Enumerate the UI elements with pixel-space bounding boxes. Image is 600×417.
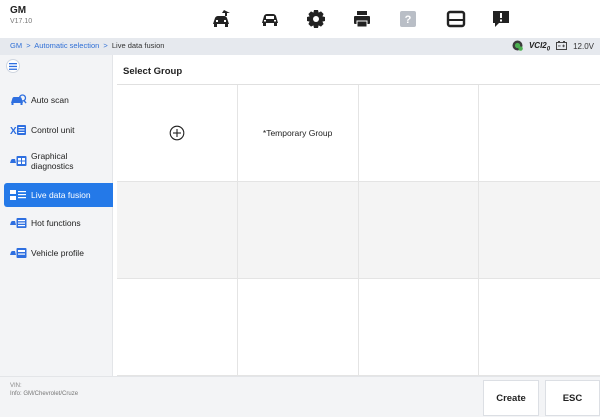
breadcrumb-separator: > bbox=[26, 41, 31, 50]
vehicle-info: Info: GM/Chevrolet/Cruze bbox=[10, 391, 79, 397]
vci-label: VCI2 bbox=[528, 40, 547, 50]
vci-subscript: 0 bbox=[546, 46, 551, 53]
help-icon[interactable]: ? bbox=[397, 8, 419, 30]
settings-icon[interactable] bbox=[305, 8, 327, 30]
grid-row bbox=[117, 279, 600, 376]
control-unit-icon: X bbox=[10, 124, 27, 136]
hamburger-icon bbox=[9, 62, 17, 70]
breadcrumb-separator: > bbox=[103, 41, 108, 50]
create-button[interactable]: Create bbox=[483, 380, 539, 416]
sidebar: Auto scan X Control unit Graphical diagn… bbox=[0, 55, 113, 376]
group-cell[interactable] bbox=[117, 182, 238, 279]
home-icon[interactable] bbox=[210, 8, 232, 30]
sidebar-item-vehicle-profile[interactable]: Vehicle profile bbox=[4, 243, 113, 263]
group-cell[interactable] bbox=[237, 182, 359, 279]
network-icon bbox=[512, 40, 523, 53]
sidebar-item-graphical-diagnostics[interactable]: Graphical diagnostics bbox=[4, 147, 113, 175]
feedback-icon[interactable] bbox=[490, 8, 512, 30]
add-group-cell[interactable] bbox=[117, 85, 238, 182]
sidebar-item-hot-functions[interactable]: Hot functions bbox=[4, 213, 113, 233]
grid-row bbox=[117, 182, 600, 279]
app-version: V17.10 bbox=[10, 18, 33, 25]
vin-label: VIN: bbox=[10, 383, 22, 389]
status-area: VCI20 12.0V bbox=[512, 40, 594, 53]
vehicle-profile-icon bbox=[10, 247, 27, 259]
menu-toggle-button[interactable] bbox=[6, 59, 20, 73]
group-cell[interactable] bbox=[358, 182, 480, 279]
battery-voltage: 12.0V bbox=[573, 42, 594, 51]
sidebar-item-label: Graphical diagnostics bbox=[31, 151, 74, 171]
group-cell[interactable] bbox=[237, 279, 359, 376]
group-cell-temporary[interactable]: *Temporary Group bbox=[237, 85, 359, 182]
vehicle-icon[interactable] bbox=[259, 8, 281, 30]
group-cell[interactable] bbox=[358, 279, 480, 376]
save-icon[interactable] bbox=[445, 8, 467, 30]
sidebar-item-label: Auto scan bbox=[31, 95, 69, 105]
sidebar-item-label: Live data fusion bbox=[31, 190, 91, 200]
breadcrumb-current: Live data fusion bbox=[111, 41, 165, 50]
esc-button[interactable]: ESC bbox=[545, 380, 600, 416]
page-title: Select Group bbox=[123, 66, 183, 77]
sidebar-item-label: Vehicle profile bbox=[31, 248, 84, 258]
group-cell[interactable] bbox=[117, 279, 238, 376]
group-cell[interactable] bbox=[479, 279, 600, 376]
group-cell[interactable] bbox=[479, 182, 600, 279]
live-data-icon bbox=[10, 189, 27, 201]
app-brand: GM V17.10 bbox=[10, 5, 32, 27]
breadcrumb-automatic-selection[interactable]: Automatic selection bbox=[34, 41, 99, 50]
vci-status: VCI20 bbox=[529, 41, 550, 53]
app-title: GM bbox=[10, 5, 27, 16]
sidebar-item-live-data-fusion[interactable]: Live data fusion bbox=[4, 183, 113, 207]
print-icon[interactable] bbox=[351, 8, 373, 30]
svg-text:?: ? bbox=[405, 14, 412, 26]
top-bar: GM V17.10 ? bbox=[0, 0, 600, 38]
car-scan-icon bbox=[10, 94, 27, 106]
group-cell[interactable] bbox=[358, 85, 480, 182]
group-cell[interactable] bbox=[479, 85, 600, 182]
sidebar-item-auto-scan[interactable]: Auto scan bbox=[4, 90, 113, 110]
hot-functions-icon bbox=[10, 217, 27, 229]
svg-text:X: X bbox=[10, 126, 17, 136]
grid-row: *Temporary Group bbox=[117, 85, 600, 182]
battery-icon bbox=[556, 41, 568, 52]
sidebar-item-label: Hot functions bbox=[31, 218, 81, 228]
graphical-diagnostics-icon bbox=[10, 155, 27, 167]
bottom-bar: VIN: Info: GM/Chevrolet/Cruze Create ESC bbox=[0, 376, 600, 417]
breadcrumb-bar: GM > Automatic selection > Live data fus… bbox=[0, 38, 600, 55]
group-grid: *Temporary Group bbox=[117, 84, 600, 376]
breadcrumb: GM > Automatic selection > Live data fus… bbox=[10, 41, 164, 50]
add-circle-icon[interactable] bbox=[169, 125, 185, 141]
breadcrumb-brand[interactable]: GM bbox=[10, 41, 22, 50]
sidebar-item-label: Control unit bbox=[31, 125, 75, 135]
sidebar-item-control-unit[interactable]: X Control unit bbox=[4, 120, 113, 140]
